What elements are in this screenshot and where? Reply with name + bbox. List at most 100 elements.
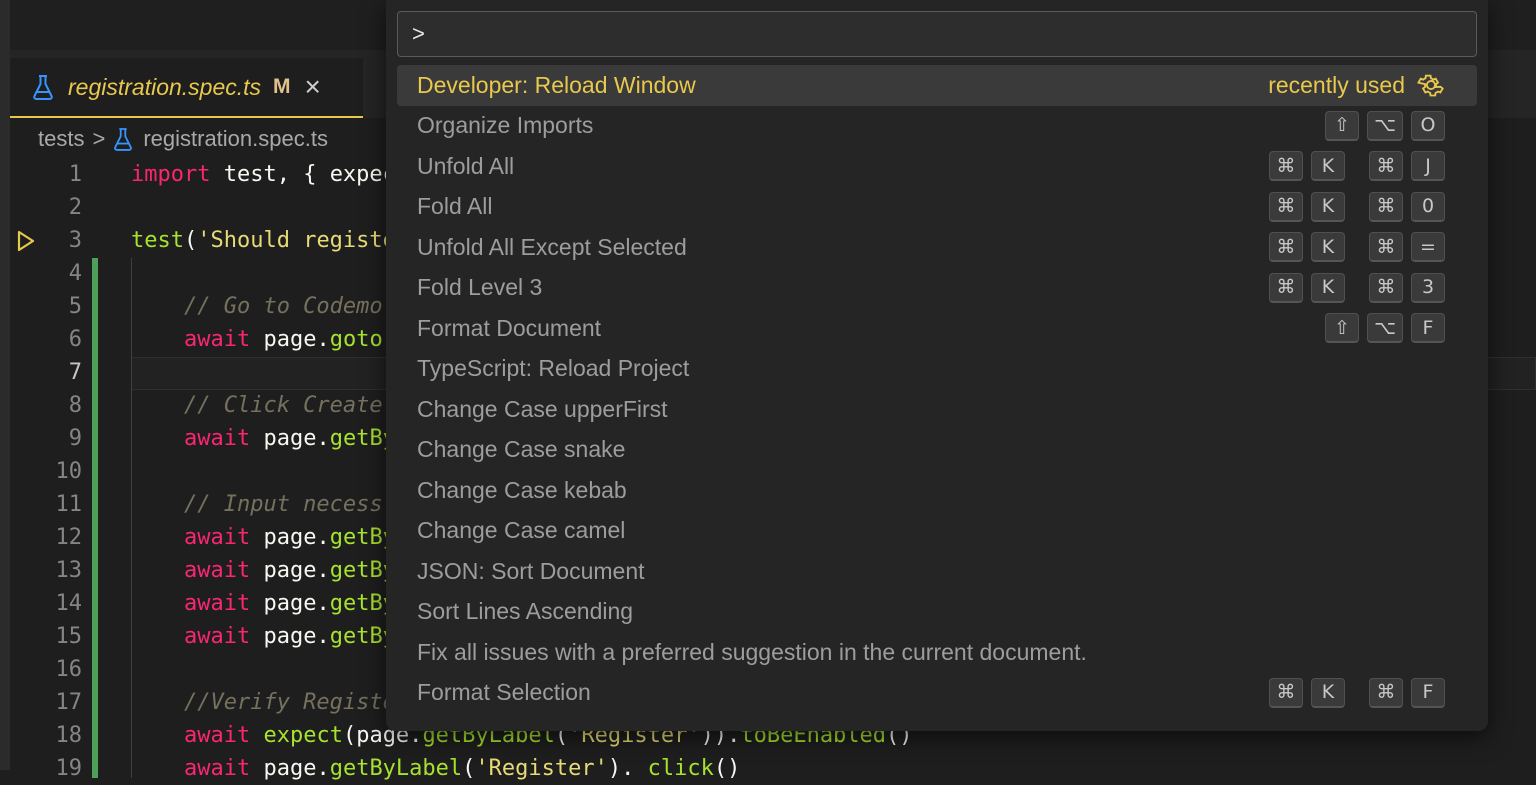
list-bottom-edge xyxy=(386,717,1488,731)
code-token: await xyxy=(131,591,251,616)
code-token: // Go to Codemo xyxy=(131,294,383,319)
command-item[interactable]: Sort Lines Ascending xyxy=(397,592,1477,633)
command-item[interactable]: TypeScript: Reload Project xyxy=(397,349,1477,390)
breadcrumb-file[interactable]: registration.spec.ts xyxy=(143,126,328,152)
command-item[interactable]: Change Case kebab xyxy=(397,470,1477,511)
command-item[interactable]: Organize Imports ⇧ ⌥ O xyxy=(397,106,1477,147)
command-item[interactable]: Change Case snake xyxy=(397,430,1477,471)
code-token: await xyxy=(131,327,251,352)
line-number: 6 xyxy=(68,327,82,352)
code-token: 'Register' xyxy=(475,756,608,781)
command-item[interactable]: JSON: Sort Document xyxy=(397,551,1477,592)
keycap: J xyxy=(1411,151,1445,182)
code-token: getByLabel xyxy=(329,756,463,781)
keycap: ⌥ xyxy=(1367,313,1403,344)
command-label: JSON: Sort Document xyxy=(417,557,645,584)
command-item[interactable]: Change Case upperFirst xyxy=(397,389,1477,430)
code-text: await page.getBy xyxy=(131,587,396,620)
line-number: 3 xyxy=(68,228,82,253)
code-token: 'Should registe xyxy=(197,228,396,253)
keybinding: ⌘ 0 xyxy=(1361,191,1445,222)
command-palette: > Developer: Reload Window recently used O… xyxy=(386,0,1488,731)
command-item[interactable]: Change Case camel xyxy=(397,511,1477,552)
keycap: K xyxy=(1311,191,1345,222)
code-token: ( xyxy=(183,228,198,253)
code-token: ( xyxy=(462,756,476,781)
code-line[interactable]: 19 await page.getByLabel('Register'). cl… xyxy=(10,752,1510,785)
keybinding: ⇧ ⌥ O xyxy=(1317,110,1445,141)
code-token: await xyxy=(131,756,251,781)
code-token: await xyxy=(131,723,251,748)
keycap: ⌘ xyxy=(1269,191,1303,222)
command-label: Format Document xyxy=(417,314,602,341)
code-token: page. xyxy=(250,591,330,616)
code-token: goto xyxy=(329,327,383,352)
command-label: Developer: Reload Window xyxy=(417,71,696,98)
command-label: Change Case snake xyxy=(417,436,626,463)
code-token: //Verify Registe xyxy=(131,690,396,715)
code-token: // Click Create xyxy=(131,393,383,418)
command-item[interactable]: Format Document ⇧ ⌥ F xyxy=(397,308,1477,349)
code-token: expect xyxy=(263,723,343,748)
line-number: 12 xyxy=(55,525,83,550)
keycap: K xyxy=(1311,272,1345,303)
keybinding: ⌘ 3 xyxy=(1361,272,1445,303)
keycap: K xyxy=(1311,677,1345,708)
command-meta: ⌘ K ⌘ F xyxy=(1245,677,1477,708)
code-token: click xyxy=(647,756,714,781)
keycap: K xyxy=(1311,151,1345,182)
close-icon[interactable]: × xyxy=(305,73,321,101)
code-text: //Verify Registe xyxy=(131,686,396,719)
keycap: ⌘ xyxy=(1369,677,1403,708)
code-token: test xyxy=(131,228,184,253)
command-meta: ⌘ K ⌘ = xyxy=(1245,232,1477,263)
keybinding: ⌘ K xyxy=(1261,191,1345,222)
command-item[interactable]: Fix all issues with a preferred suggesti… xyxy=(397,632,1477,673)
line-number: 15 xyxy=(55,624,83,649)
code-token: await xyxy=(131,525,251,550)
command-item[interactable]: Unfold All ⌘ K ⌘ J xyxy=(397,146,1477,187)
code-text: test('Should registe xyxy=(131,224,396,257)
breadcrumb-folder[interactable]: tests xyxy=(38,126,84,152)
command-label: Change Case upperFirst xyxy=(417,395,668,422)
line-number: 5 xyxy=(68,294,82,319)
line-number: 19 xyxy=(55,756,83,781)
command-item[interactable]: Unfold All Except Selected ⌘ K ⌘ = xyxy=(397,227,1477,268)
command-label: Organize Imports xyxy=(417,112,594,139)
code-token: await xyxy=(131,558,251,583)
command-item[interactable]: Developer: Reload Window recently used xyxy=(397,65,1477,106)
code-text: await page.getBy xyxy=(131,422,396,455)
line-number: 7 xyxy=(68,360,82,385)
code-token: // Input necess xyxy=(131,492,383,517)
command-label: Format Selection xyxy=(417,679,591,706)
code-token: page. xyxy=(250,426,330,451)
code-token: test, { expec xyxy=(210,162,396,187)
keycap: ⌘ xyxy=(1369,272,1403,303)
keybinding: ⌘ K xyxy=(1261,677,1345,708)
code-token: () xyxy=(713,756,741,781)
command-meta: ⇧ ⌥ O xyxy=(1301,110,1477,141)
keybinding: ⌘ K xyxy=(1261,272,1345,303)
keybinding: ⌘ = xyxy=(1361,232,1445,263)
command-item[interactable]: Fold Level 3 ⌘ K ⌘ 3 xyxy=(397,268,1477,309)
line-number: 18 xyxy=(55,723,83,748)
command-item[interactable]: Fold All ⌘ K ⌘ 0 xyxy=(397,187,1477,228)
modified-indicator: M xyxy=(273,75,291,98)
line-number: 4 xyxy=(68,261,82,286)
keycap: = xyxy=(1411,232,1445,263)
command-item[interactable]: Format Selection ⌘ K ⌘ F xyxy=(397,673,1477,714)
gear-icon[interactable] xyxy=(1417,71,1445,99)
line-number: 2 xyxy=(68,195,82,220)
code-text: import test, { expec xyxy=(131,158,396,191)
code-token: await xyxy=(131,426,251,451)
command-label: Change Case camel xyxy=(417,517,626,544)
code-text: await page.getBy xyxy=(131,554,396,587)
breadcrumb: tests > registration.spec.ts xyxy=(38,124,328,154)
line-number: 8 xyxy=(68,393,82,418)
command-palette-input[interactable]: > xyxy=(397,11,1477,57)
keycap: F xyxy=(1411,313,1445,344)
command-label: Unfold All xyxy=(417,152,515,179)
command-label: Fold Level 3 xyxy=(417,274,543,301)
tab-registration-spec[interactable]: registration.spec.ts M × xyxy=(10,58,363,118)
code-token: ). xyxy=(607,756,648,781)
